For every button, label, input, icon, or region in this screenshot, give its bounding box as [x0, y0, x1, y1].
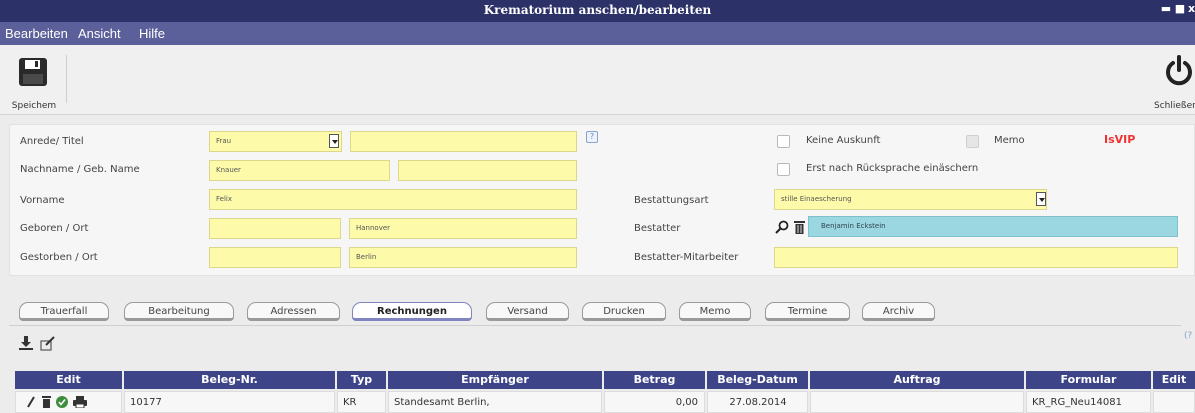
trash-icon[interactable]	[794, 220, 805, 234]
tab-versand[interactable]: Versand	[486, 302, 569, 321]
close-label: Schließen	[1154, 101, 1195, 111]
memo-label: Memo	[994, 135, 1025, 146]
col-edit-2: Edit	[1153, 371, 1195, 389]
tab-archiv[interactable]: Archiv	[862, 302, 935, 321]
titel-field[interactable]	[350, 131, 577, 152]
keine-auskunft-label: Keine Auskunft	[806, 135, 881, 146]
cell-betrag[interactable]: 0,00	[604, 391, 705, 413]
cell-typ[interactable]: KR	[337, 391, 386, 413]
geboren-ort-field[interactable]: Hannover	[349, 218, 577, 239]
side-help-icon[interactable]: (?	[1184, 331, 1192, 341]
cell-formular[interactable]: KR_RG_Neu14081	[1026, 391, 1151, 413]
menu-bar: Bearbeiten Ansicht Hilfe	[0, 22, 1195, 45]
vorname-label: Vorname	[20, 195, 65, 206]
close-window-button[interactable]: x	[1188, 2, 1195, 16]
toolbar: Speichem Schließen	[0, 45, 1195, 115]
cell-beleg-nr[interactable]: 10177	[124, 391, 335, 413]
save-button[interactable]: Speichem	[6, 53, 62, 111]
isvip-badge: IsVIP	[1104, 133, 1136, 146]
geburtsname-field[interactable]	[398, 160, 577, 181]
pencil-icon[interactable]	[26, 396, 36, 408]
cell-edit-2[interactable]	[1153, 391, 1195, 413]
toolbar-separator	[66, 55, 67, 103]
title-bar: Krematorium anschen/bearbeiten ▬ ■ x	[0, 0, 1195, 22]
bestatter-mitarbeiter-label: Bestatter-Mitarbeiter	[634, 252, 739, 263]
tab-memo[interactable]: Memo	[679, 302, 751, 321]
tab-adressen[interactable]: Adressen	[247, 302, 340, 321]
trash-icon[interactable]	[42, 396, 51, 408]
tab-rechnungen[interactable]: Rechnungen	[352, 302, 472, 321]
erst-nach-label: Erst nach Rücksprache einäschern	[806, 163, 979, 174]
cell-empfaenger[interactable]: Standesamt Berlin,	[388, 391, 602, 413]
bestatter-label: Bestatter	[634, 223, 681, 234]
anrede-select[interactable]: Frau	[209, 131, 342, 152]
keine-auskunft-checkbox[interactable]	[777, 135, 790, 148]
geboren-datum-field[interactable]	[209, 218, 341, 239]
tab-trauerfall[interactable]: Trauerfall	[19, 302, 109, 321]
menu-bearbeiten[interactable]: Bearbeiten	[5, 26, 68, 41]
search-icon[interactable]	[775, 220, 789, 234]
window-title: Krematorium anschen/bearbeiten	[483, 3, 712, 17]
minimize-button[interactable]: ▬	[1160, 2, 1172, 16]
erst-nach-checkbox[interactable]	[777, 163, 790, 176]
download-icon[interactable]	[18, 335, 34, 351]
close-button[interactable]: Schließen	[1150, 53, 1195, 111]
col-edit: Edit	[15, 371, 122, 389]
col-beleg-datum[interactable]: Beleg-Datum	[707, 371, 808, 389]
bestattungsart-select[interactable]: stille Einaescherung	[774, 189, 1047, 210]
maximize-button[interactable]: ■	[1174, 2, 1186, 16]
col-beleg-nr[interactable]: Beleg-Nr.	[124, 371, 335, 389]
bestatter-mitarbeiter-field[interactable]	[774, 247, 1178, 268]
tab-underline	[9, 325, 1181, 326]
save-label: Speichem	[11, 101, 57, 111]
nachname-field[interactable]: Knauer	[209, 160, 390, 181]
bestattungsart-label: Bestattungsart	[634, 195, 709, 206]
gestorben-datum-field[interactable]	[209, 247, 341, 268]
printer-icon[interactable]	[73, 396, 87, 408]
bestatter-field[interactable]: Benjamin Eckstein	[808, 216, 1178, 237]
anrede-label: Anrede/ Titel	[20, 136, 84, 147]
menu-ansicht[interactable]: Ansicht	[78, 26, 121, 41]
gestorben-label: Gestorben / Ort	[20, 252, 98, 263]
tab-drucken[interactable]: Drucken	[582, 302, 666, 321]
col-auftrag[interactable]: Auftrag	[810, 371, 1024, 389]
geboren-label: Geboren / Ort	[20, 223, 89, 234]
col-betrag[interactable]: Betrag	[604, 371, 705, 389]
floppy-disk-icon	[19, 58, 47, 86]
gestorben-ort-field[interactable]: Berlin	[349, 247, 577, 268]
memo-checkbox[interactable]	[966, 135, 979, 148]
tab-termine[interactable]: Termine	[765, 302, 850, 321]
cell-beleg-datum[interactable]: 27.08.2014	[707, 391, 808, 413]
edit-document-icon[interactable]	[40, 335, 56, 351]
menu-hilfe[interactable]: Hilfe	[139, 26, 165, 41]
vorname-field[interactable]: Felix	[209, 189, 577, 210]
check-circle-icon[interactable]	[56, 396, 68, 408]
cell-auftrag[interactable]	[810, 391, 1024, 413]
col-empfaenger[interactable]: Empfänger	[388, 371, 602, 389]
chevron-down-icon[interactable]	[329, 134, 339, 148]
chevron-down-icon[interactable]	[1036, 192, 1046, 206]
power-icon	[1166, 55, 1192, 86]
col-formular[interactable]: Formular	[1026, 371, 1151, 389]
tab-bearbeitung[interactable]: Bearbeitung	[124, 302, 234, 321]
col-typ[interactable]: Typ	[337, 371, 386, 389]
nachname-label: Nachname / Geb. Name	[20, 164, 140, 175]
help-icon[interactable]: ?	[586, 131, 598, 143]
